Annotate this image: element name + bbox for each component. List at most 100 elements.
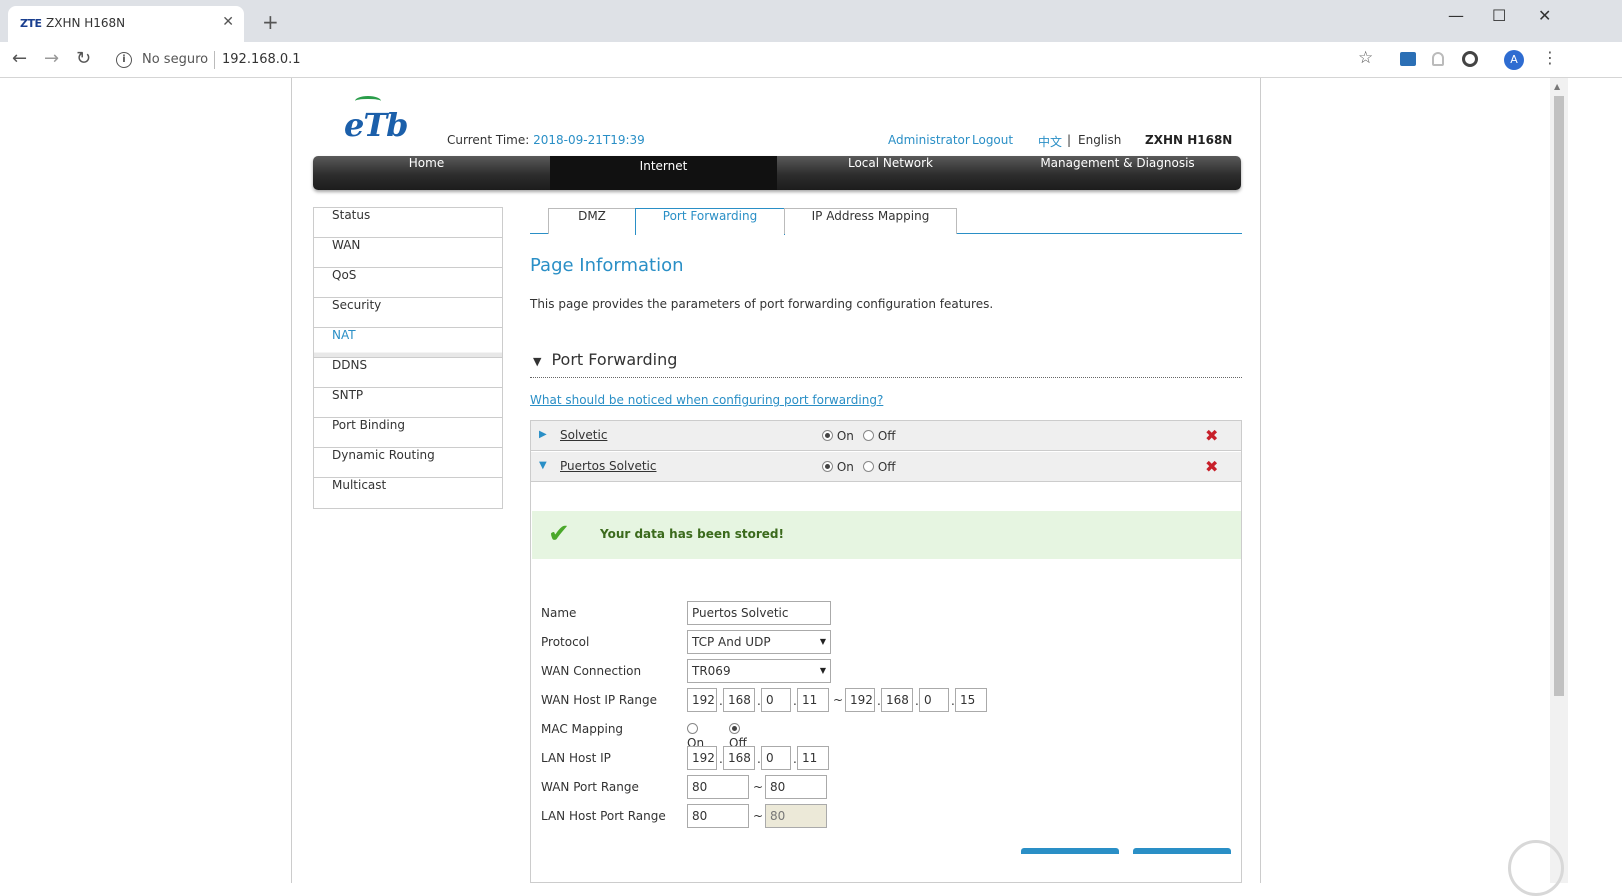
name-input[interactable]: Puertos Solvetic: [687, 601, 831, 625]
section-header[interactable]: ▼ Port Forwarding: [530, 350, 1242, 378]
administrator-link[interactable]: Administrator: [888, 133, 970, 147]
tab-dmz[interactable]: DMZ: [548, 208, 636, 234]
wan-ip-start-octet-4[interactable]: 11: [797, 688, 829, 712]
help-link[interactable]: What should be noticed when configuring …: [530, 393, 883, 407]
scroll-up-icon[interactable]: ▲: [1554, 82, 1560, 91]
delete-icon[interactable]: ✖: [1205, 457, 1218, 476]
collapse-arrow-icon[interactable]: ▼: [539, 460, 547, 471]
browser-tab-bar: ZTE ZXHN H168N ✕ + — ☐ ✕: [0, 0, 1622, 42]
wan-ip-end-octet-4[interactable]: 15: [955, 688, 987, 712]
wan-connection-select[interactable]: TR069: [687, 659, 831, 683]
lan-ip-octet-3[interactable]: 0: [761, 746, 791, 770]
extension-cast-icon[interactable]: [1400, 52, 1416, 66]
nav-internet[interactable]: Internet: [550, 156, 777, 190]
lang-english-link[interactable]: English: [1078, 133, 1121, 147]
lan-ip-octet-2[interactable]: 168: [723, 746, 755, 770]
radio-on-icon[interactable]: [822, 461, 833, 472]
window-close-icon[interactable]: ✕: [1538, 6, 1551, 25]
rule-on-radio[interactable]: On: [822, 460, 854, 474]
expand-arrow-icon[interactable]: ▶: [539, 429, 547, 440]
bookmark-star-icon[interactable]: ☆: [1358, 48, 1373, 68]
rule-name[interactable]: Solvetic: [560, 428, 607, 442]
protocol-select[interactable]: TCP And UDP: [687, 630, 831, 654]
router-page: eTb Current Time: 2018-09-21T19:39 Admin…: [291, 78, 1261, 883]
reload-icon[interactable]: ↻: [76, 48, 91, 69]
tab-port-forwarding[interactable]: Port Forwarding: [635, 208, 785, 235]
success-banner: ✔ Your data has been stored!: [532, 511, 1241, 559]
menu-item-dynamic-routing[interactable]: Dynamic Routing: [314, 448, 502, 478]
new-tab-icon[interactable]: +: [262, 10, 279, 34]
minimize-icon[interactable]: —: [1448, 6, 1464, 25]
menu-item-nat[interactable]: NAT: [314, 328, 502, 358]
chrome-menu-icon[interactable]: ⋮: [1542, 48, 1558, 67]
nav-home[interactable]: Home: [313, 156, 540, 190]
address-bar[interactable]: i No seguro 192.168.0.1: [112, 48, 1392, 74]
scroll-thumb[interactable]: [1554, 96, 1564, 696]
menu-item-wan[interactable]: WAN: [314, 238, 502, 268]
profile-avatar[interactable]: A: [1504, 50, 1524, 70]
close-tab-icon[interactable]: ✕: [222, 14, 234, 30]
collapse-triangle-icon[interactable]: ▼: [533, 355, 541, 368]
wan-connection-label: WAN Connection: [541, 664, 642, 678]
rule-off-radio[interactable]: Off: [863, 429, 896, 443]
radio-on-icon[interactable]: [822, 430, 833, 441]
radio-off-icon[interactable]: [863, 430, 874, 441]
radio-off-label: Off: [877, 460, 896, 474]
apply-button[interactable]: [1021, 848, 1119, 854]
rule-on-radio[interactable]: On: [822, 429, 854, 443]
checkmark-icon: ✔: [548, 519, 570, 549]
maximize-icon[interactable]: ☐: [1492, 6, 1506, 25]
extension-mic-icon[interactable]: [1432, 52, 1444, 66]
menu-item-ddns[interactable]: DDNS: [314, 358, 502, 388]
range-tilde: ~: [753, 809, 764, 823]
menu-item-security[interactable]: Security: [314, 298, 502, 328]
wan-ip-start-octet-1[interactable]: 192: [687, 688, 717, 712]
radio-on-icon[interactable]: [729, 723, 740, 734]
radio-off-icon[interactable]: [687, 723, 698, 734]
lang-chinese-link[interactable]: 中文: [1038, 133, 1062, 150]
info-icon[interactable]: i: [116, 52, 132, 68]
lan-port-start-input[interactable]: 80: [687, 804, 749, 828]
wan-ip-start-octet-2[interactable]: 168: [723, 688, 755, 712]
page-title: Page Information: [530, 255, 684, 276]
radio-off-label: Off: [877, 429, 896, 443]
zte-favicon-icon: ZTE: [20, 17, 42, 30]
menu-item-sntp[interactable]: SNTP: [314, 388, 502, 418]
tab-ip-address-mapping[interactable]: IP Address Mapping: [784, 208, 957, 234]
lan-port-range-label: LAN Host Port Range: [541, 809, 666, 823]
logout-link[interactable]: Logout: [972, 133, 1013, 147]
rule-name[interactable]: Puertos Solvetic: [560, 459, 656, 473]
menu-item-qos[interactable]: QoS: [314, 268, 502, 298]
radio-off-icon[interactable]: [863, 461, 874, 472]
menu-item-port-binding[interactable]: Port Binding: [314, 418, 502, 448]
wan-ip-start-octet-3[interactable]: 0: [761, 688, 791, 712]
wan-ip-end-octet-1[interactable]: 192: [845, 688, 875, 712]
wan-port-end-input[interactable]: 80: [765, 775, 827, 799]
menu-item-status[interactable]: Status: [314, 208, 502, 238]
lan-ip-octet-1[interactable]: 192: [687, 746, 717, 770]
browser-tab[interactable]: ZTE ZXHN H168N ✕: [8, 6, 244, 42]
lan-ip-octet-4[interactable]: 11: [797, 746, 829, 770]
sub-tabs: DMZ Port Forwarding IP Address Mapping: [530, 207, 1242, 235]
wan-ip-end-octet-2[interactable]: 168: [881, 688, 913, 712]
wan-ip-end-octet-3[interactable]: 0: [919, 688, 949, 712]
nav-management-diagnosis[interactable]: Management & Diagnosis: [1004, 156, 1231, 190]
rule-off-radio[interactable]: Off: [863, 460, 896, 474]
lang-separator: |: [1067, 133, 1072, 147]
current-time-value: 2018-09-21T19:39: [533, 133, 645, 147]
nav-local-network[interactable]: Local Network: [777, 156, 1004, 190]
wan-port-start-input[interactable]: 80: [687, 775, 749, 799]
delete-icon[interactable]: ✖: [1205, 426, 1218, 445]
rule-row: ▼ Puertos Solvetic On Off ✖: [531, 452, 1241, 482]
current-time-label: Current Time:: [447, 133, 530, 147]
omnibox-divider: [214, 51, 215, 69]
not-secure-label: No seguro: [142, 52, 209, 67]
url-text[interactable]: 192.168.0.1: [222, 52, 301, 67]
rule-list: ▶ Solvetic On Off ✖ ▼ Puertos Solvetic O…: [530, 420, 1242, 883]
back-icon[interactable]: ←: [12, 48, 27, 69]
menu-item-multicast[interactable]: Multicast: [314, 478, 502, 508]
extension-circle-icon[interactable]: [1462, 51, 1478, 67]
vertical-scrollbar[interactable]: ▲: [1550, 78, 1568, 883]
forward-icon[interactable]: →: [44, 48, 59, 69]
cancel-button[interactable]: [1133, 848, 1231, 854]
